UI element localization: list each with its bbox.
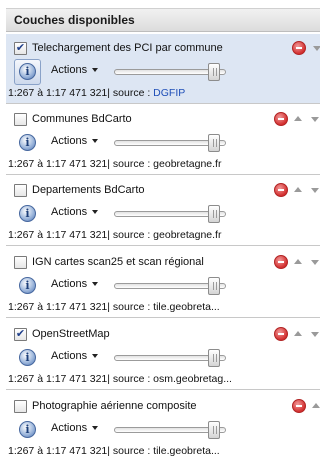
caret-down-icon <box>92 139 99 144</box>
opacity-slider-thumb[interactable] <box>208 421 220 439</box>
caret-down-icon <box>92 426 99 431</box>
actions-dropdown[interactable]: Actions <box>51 278 99 294</box>
layer-title: Photographie aérienne composite <box>32 400 197 412</box>
info-icon[interactable]: i <box>19 205 36 222</box>
opacity-slider-thumb[interactable] <box>208 349 220 367</box>
actions-dropdown[interactable]: Actions <box>51 64 99 80</box>
layer-item: ✔ Telechargement des PCI par commune i A… <box>6 34 320 104</box>
info-button[interactable]: i <box>14 59 41 85</box>
opacity-slider-thumb[interactable] <box>208 205 220 223</box>
layer-scale: 1:267 à 1:17 471 321| source : <box>8 301 154 313</box>
caret-down-icon <box>92 354 99 359</box>
move-up-icon[interactable] <box>294 116 302 121</box>
layer-title: OpenStreetMap <box>32 328 110 340</box>
actions-label: Actions <box>51 64 88 77</box>
layer-checkbox[interactable] <box>14 113 27 126</box>
move-down-icon[interactable] <box>313 46 320 51</box>
layer-checkbox[interactable] <box>14 256 27 269</box>
move-down-icon[interactable] <box>311 188 319 193</box>
move-up-icon[interactable] <box>294 331 302 336</box>
info-icon[interactable]: i <box>19 421 36 438</box>
move-up-icon[interactable] <box>294 259 302 264</box>
panel-title: Couches disponibles <box>6 8 320 32</box>
layer-title: Departements BdCarto <box>32 184 145 196</box>
checkmark-icon: ✔ <box>15 42 26 54</box>
layer-scale: 1:267 à 1:17 471 321| source : <box>8 158 154 170</box>
move-up-icon[interactable] <box>312 403 320 408</box>
layer-checkbox[interactable]: ✔ <box>14 328 27 341</box>
layer-checkbox[interactable] <box>14 184 27 197</box>
actions-label: Actions <box>51 350 88 363</box>
layer-item: ✔ OpenStreetMap i Actions 1:267 à 1:17 4… <box>6 320 320 390</box>
remove-layer-icon[interactable] <box>274 112 288 126</box>
layer-scale-source: 1:267 à 1:17 471 321| source : geobretag… <box>8 229 221 241</box>
layer-title: IGN cartes scan25 et scan régional <box>32 256 204 268</box>
source-link[interactable]: DGFIP <box>153 87 185 99</box>
opacity-slider-thumb[interactable] <box>208 63 220 81</box>
actions-label: Actions <box>51 135 88 148</box>
layer-item: Photographie aérienne composite i Action… <box>6 392 320 461</box>
info-icon[interactable]: i <box>19 277 36 294</box>
opacity-slider-thumb[interactable] <box>208 134 220 152</box>
layer-scale-source: 1:267 à 1:17 471 321| source : tile.geob… <box>8 301 220 313</box>
actions-label: Actions <box>51 422 88 435</box>
actions-dropdown[interactable]: Actions <box>51 422 99 438</box>
move-down-icon[interactable] <box>311 332 319 337</box>
remove-layer-icon[interactable] <box>274 327 288 341</box>
layer-scale-source: 1:267 à 1:17 471 321| source : geobretag… <box>8 158 221 170</box>
layer-source: osm.geobretag... <box>153 373 232 385</box>
layer-scale-source: 1:267 à 1:17 471 321| source : tile.geob… <box>8 445 220 457</box>
actions-dropdown[interactable]: Actions <box>51 350 99 366</box>
layers-panel: Couches disponibles ✔ Telechargement des… <box>0 0 320 461</box>
layer-source: geobretagne.fr <box>153 158 222 170</box>
layer-source: geobretagne.fr <box>153 229 222 241</box>
move-up-icon[interactable] <box>294 187 302 192</box>
remove-layer-icon[interactable] <box>292 399 306 413</box>
info-icon[interactable]: i <box>19 349 36 366</box>
remove-layer-icon[interactable] <box>274 255 288 269</box>
layer-scale: 1:267 à 1:17 471 321| source : <box>8 445 154 457</box>
layer-item: Communes BdCarto i Actions 1:267 à 1:17 … <box>6 105 320 175</box>
layer-source: tile.geobreta... <box>153 301 220 313</box>
layer-item: IGN cartes scan25 et scan régional i Act… <box>6 248 320 318</box>
checkmark-icon: ✔ <box>15 328 26 340</box>
actions-dropdown[interactable]: Actions <box>51 206 99 222</box>
caret-down-icon <box>92 282 99 287</box>
layer-checkbox[interactable] <box>14 400 27 413</box>
opacity-slider-thumb[interactable] <box>208 277 220 295</box>
layer-scale: 1:267 à 1:17 471 321| source : <box>8 373 154 385</box>
caret-down-icon <box>92 68 99 73</box>
layer-scale-source: 1:267 à 1:17 471 321| source : osm.geobr… <box>8 373 232 385</box>
layer-scale-source: 1:267 à 1:17 471 321| source : DGFIP <box>8 87 185 99</box>
layer-scale: 1:267 à 1:17 471 321| source : <box>8 87 154 99</box>
actions-label: Actions <box>51 206 88 219</box>
actions-dropdown[interactable]: Actions <box>51 135 99 151</box>
move-down-icon[interactable] <box>311 260 319 265</box>
move-down-icon[interactable] <box>311 117 319 122</box>
layer-title: Telechargement des PCI par commune <box>32 42 223 54</box>
layer-item: Departements BdCarto i Actions 1:267 à 1… <box>6 176 320 246</box>
layer-checkbox[interactable]: ✔ <box>14 42 27 55</box>
info-icon: i <box>19 63 36 80</box>
caret-down-icon <box>92 210 99 215</box>
layer-source: tile.geobreta... <box>153 445 220 457</box>
info-icon[interactable]: i <box>19 134 36 151</box>
layer-title: Communes BdCarto <box>32 113 132 125</box>
remove-layer-icon[interactable] <box>292 41 306 55</box>
actions-label: Actions <box>51 278 88 291</box>
remove-layer-icon[interactable] <box>274 183 288 197</box>
layer-scale: 1:267 à 1:17 471 321| source : <box>8 229 154 241</box>
